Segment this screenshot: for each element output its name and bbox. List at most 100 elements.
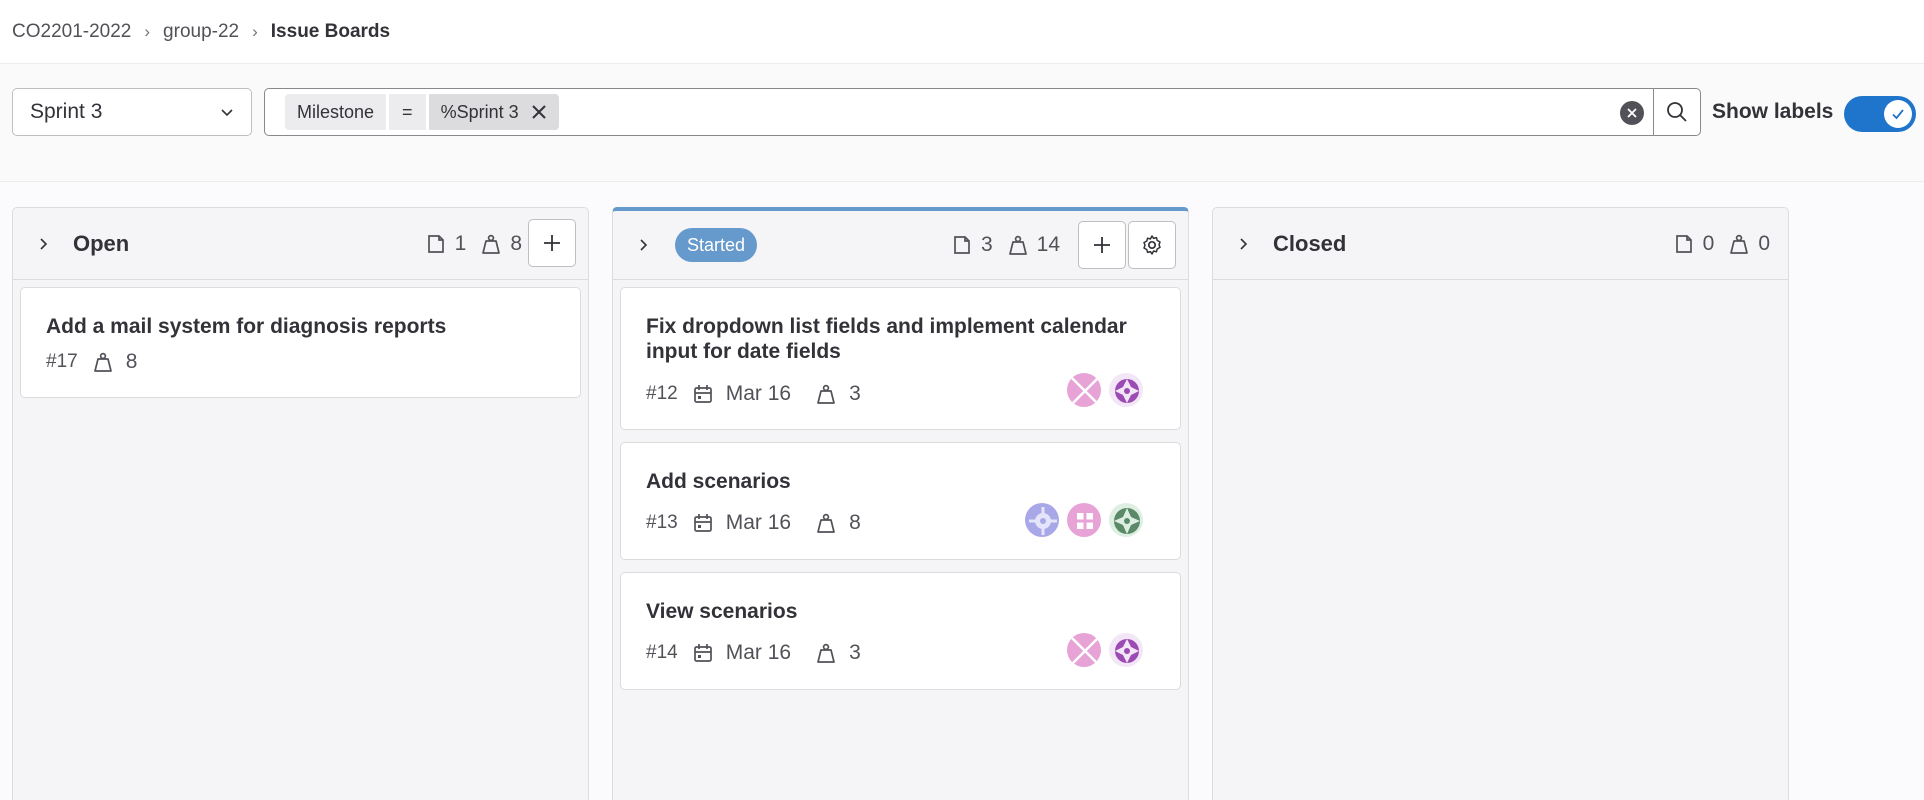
issue-due-date-value: Mar 16: [725, 382, 792, 405]
weight-count-value: 0: [1758, 231, 1770, 255]
avatar[interactable]: [1066, 632, 1102, 668]
issue-weight: 8: [92, 350, 137, 374]
assignee-avatars: [1024, 502, 1144, 538]
list-counts: 1 8: [425, 232, 528, 256]
list-counts: 3 14: [951, 233, 1066, 257]
token-value: %Sprint 3: [440, 101, 519, 122]
show-labels-toggle[interactable]: [1844, 96, 1916, 132]
issue-title[interactable]: Add a mail system for diagnosis reports: [46, 314, 540, 339]
assignee-avatars: [1066, 632, 1144, 668]
assignee-avatars: [1066, 372, 1144, 408]
weight-count: 0: [1728, 232, 1770, 256]
board-list-closed: Closed 0 0: [1212, 207, 1789, 800]
list-counts: 0 0: [1673, 232, 1776, 256]
issue-count: 1: [425, 231, 467, 256]
issue-card[interactable]: Add scenarios #13 Mar 16 8: [620, 442, 1181, 560]
breadcrumb-current[interactable]: Issue Boards: [271, 21, 390, 43]
list-settings-button[interactable]: [1128, 221, 1176, 269]
avatar[interactable]: [1108, 372, 1144, 408]
issue-card[interactable]: Add a mail system for diagnosis reports …: [20, 287, 581, 398]
issue-title[interactable]: Fix dropdown list fields and implement c…: [646, 314, 1140, 364]
calendar-icon: [693, 514, 712, 532]
list-title: Open: [73, 230, 130, 256]
issue-weight: 3: [815, 382, 861, 406]
issue-weight: 3: [815, 641, 861, 665]
calendar-icon: [693, 385, 712, 403]
issue-reference: #17: [46, 351, 78, 372]
issue-title[interactable]: Add scenarios: [646, 469, 1140, 494]
issue-meta: #17 8: [46, 350, 161, 374]
avatar[interactable]: [1066, 372, 1102, 408]
avatar[interactable]: [1066, 502, 1102, 538]
chevron-right-icon[interactable]: [631, 233, 655, 257]
issues-icon: [954, 236, 970, 254]
weight-icon: [817, 643, 835, 663]
breadcrumb: CO2201-2022 › group-22 › Issue Boards: [0, 0, 1924, 64]
token-operator: =: [389, 94, 426, 130]
new-issue-button[interactable]: [528, 219, 576, 267]
clear-search-button[interactable]: [1620, 101, 1644, 125]
avatar[interactable]: [1108, 502, 1144, 538]
filter-token[interactable]: Milestone = %Sprint 3: [285, 94, 559, 130]
weight-icon: [482, 234, 501, 254]
issue-weight-value: 3: [849, 382, 861, 405]
issue-reference: #12: [646, 383, 678, 404]
weight-count: 8: [480, 232, 522, 256]
issue-card[interactable]: View scenarios #14 Mar 16 3: [620, 572, 1181, 690]
chevron-right-icon: ›: [252, 21, 258, 41]
board-select-value: Sprint 3: [30, 100, 103, 123]
issue-meta: #14 Mar 16 3: [646, 641, 885, 665]
list-header: Started 3 14: [613, 211, 1188, 280]
issues-icon: [1675, 234, 1692, 253]
token-field: Milestone: [285, 94, 387, 130]
issue-count: 0: [1673, 231, 1715, 256]
token-value-container: %Sprint 3: [428, 94, 559, 130]
issue-due-date-value: Mar 16: [725, 641, 792, 664]
issue-card[interactable]: Fix dropdown list fields and implement c…: [620, 287, 1181, 430]
weight-icon: [1008, 235, 1027, 255]
filtered-search-input[interactable]: Milestone = %Sprint 3: [264, 88, 1701, 136]
issue-count: 3: [951, 233, 993, 257]
weight-icon: [817, 384, 835, 404]
issue-due-date-value: Mar 16: [725, 511, 792, 534]
toggle-knob: [1884, 100, 1912, 128]
chevron-down-icon: [221, 109, 233, 117]
close-icon[interactable]: [531, 104, 547, 120]
board-select-dropdown[interactable]: Sprint 3: [12, 88, 252, 136]
weight-icon: [1730, 234, 1749, 254]
calendar-icon: [693, 644, 712, 662]
issue-due-date: Mar 16: [692, 641, 791, 665]
issue-reference: #14: [646, 642, 678, 663]
issue-count-value: 0: [1702, 231, 1715, 255]
check-icon: [1892, 109, 1904, 120]
filter-bar: Sprint 3 Milestone = %Sprint 3 Show labe…: [0, 64, 1924, 182]
issue-title[interactable]: View scenarios: [646, 599, 1140, 624]
clear-icon: [1627, 108, 1637, 118]
weight-icon: [93, 352, 112, 372]
weight-count-value: 8: [510, 231, 522, 255]
chevron-right-icon: ›: [144, 21, 151, 41]
weight-count-value: 14: [1036, 233, 1060, 256]
issue-reference: #13: [646, 512, 678, 533]
breadcrumb-item-group[interactable]: group-22: [163, 21, 239, 43]
plus-icon: [544, 235, 560, 251]
list-label-pill[interactable]: Started: [675, 228, 758, 262]
issue-weight-value: 3: [849, 641, 861, 664]
avatar[interactable]: [1024, 502, 1060, 538]
issue-meta: #12 Mar 16 3: [646, 382, 885, 406]
issue-weight-value: 8: [849, 511, 861, 534]
plus-icon: [1094, 237, 1110, 253]
show-labels-label: Show labels: [1712, 100, 1834, 123]
breadcrumb-item-project[interactable]: CO2201-2022: [12, 21, 131, 43]
avatar[interactable]: [1108, 632, 1144, 668]
gear-icon: [1143, 235, 1161, 255]
search-button[interactable]: [1653, 89, 1700, 135]
chevron-right-icon[interactable]: [31, 232, 55, 256]
issue-due-date: Mar 16: [692, 511, 791, 535]
new-issue-button[interactable]: [1078, 221, 1126, 269]
issue-count-value: 1: [454, 231, 467, 255]
weight-icon: [817, 513, 835, 533]
issue-count-value: 3: [980, 233, 993, 256]
board-list-started: Started 3 14 Fix dropdown list fields an…: [612, 207, 1189, 800]
chevron-right-icon[interactable]: [1231, 232, 1255, 256]
